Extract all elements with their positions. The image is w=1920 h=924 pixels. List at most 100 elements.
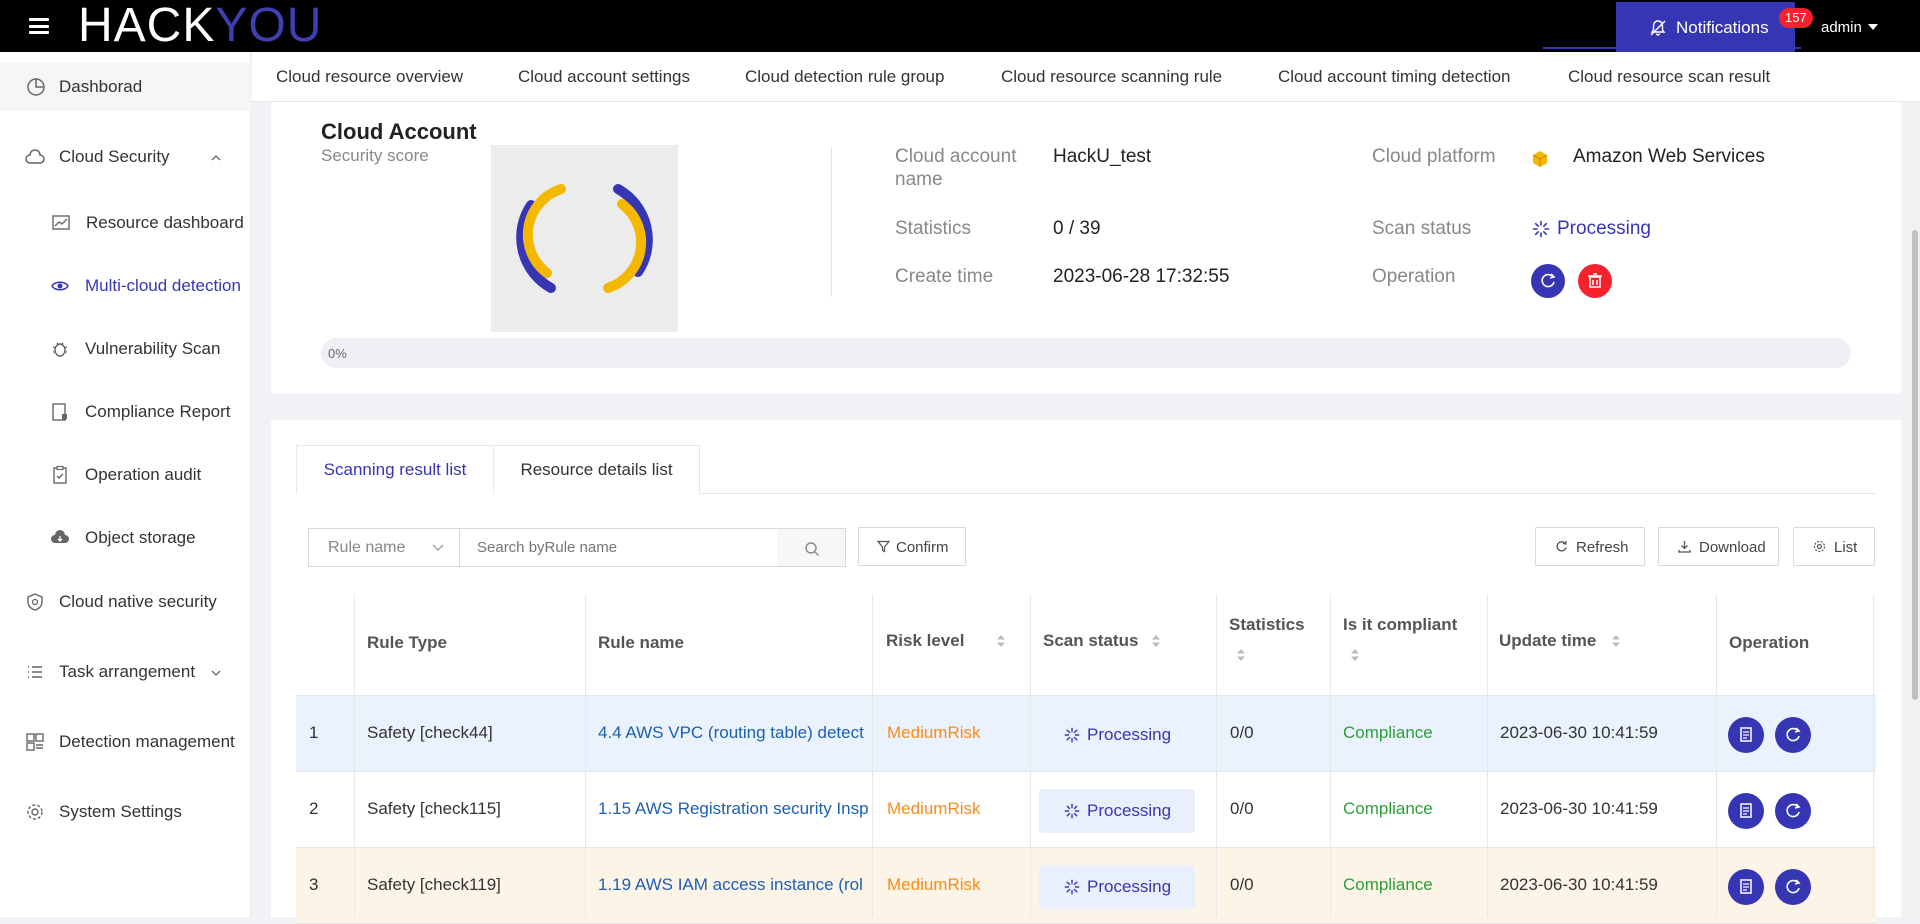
sidebar-item-operation-audit[interactable]: Operation audit xyxy=(0,451,251,499)
sidebar-item-label: Operation audit xyxy=(85,465,202,484)
sort-icon[interactable] xyxy=(1611,634,1621,648)
tab-cloud-resource-overview[interactable]: Cloud resource overview xyxy=(276,67,463,87)
list-label: List xyxy=(1834,539,1858,556)
search-input[interactable] xyxy=(459,528,778,567)
sidebar-item-resource-dashboard[interactable]: Resource dashboard xyxy=(0,199,251,247)
col-rule-name: Rule name xyxy=(598,633,684,652)
tab-cloud-account-settings[interactable]: Cloud account settings xyxy=(518,67,690,87)
sidebar-item-label: Resource dashboard xyxy=(86,213,244,232)
sidebar-item-label: Task arrangement xyxy=(59,662,196,681)
sidebar-item-label: Multi-cloud detection xyxy=(85,276,241,295)
scan-status: Processing xyxy=(1039,713,1195,757)
update-time: 2023-06-30 10:41:59 xyxy=(1500,799,1658,818)
cloud-storage-icon xyxy=(51,530,69,543)
chevron-up-icon[interactable] xyxy=(211,153,221,163)
column-divider xyxy=(1330,594,1331,917)
sort-icon[interactable] xyxy=(996,634,1006,648)
tab-cloud-account-timing-detection[interactable]: Cloud account timing detection xyxy=(1278,67,1510,87)
sidebar-item-cloud-security[interactable]: Cloud Security xyxy=(0,133,251,181)
tab-cloud-resource-scan-result[interactable]: Cloud resource scan result xyxy=(1568,67,1770,87)
cloud-icon xyxy=(25,149,45,164)
rescan-rule-button[interactable] xyxy=(1775,793,1811,829)
sort-icon[interactable] xyxy=(1350,648,1360,662)
divider xyxy=(831,147,832,297)
bell-off-icon xyxy=(1650,20,1666,36)
sidebar-item-label: System Settings xyxy=(59,802,182,821)
statistics-label: Statistics xyxy=(895,218,972,239)
bug-icon xyxy=(52,342,68,357)
sort-icon[interactable] xyxy=(1151,634,1161,648)
table-row[interactable]: 1 Safety [check44] 4.4 AWS VPC (routing … xyxy=(296,696,1876,772)
rule-name-link[interactable]: 1.15 AWS Registration security Insp xyxy=(598,799,868,819)
refresh-icon xyxy=(1541,273,1556,288)
scan-progress-bar: 0% xyxy=(321,338,1851,368)
scan-status-value: Processing xyxy=(1557,218,1651,239)
audit-icon xyxy=(53,465,67,484)
sidebar-item-dashboard[interactable]: Dashborad xyxy=(0,63,251,111)
table-row[interactable]: 2 Safety [check115] 1.15 AWS Registratio… xyxy=(296,772,1876,848)
refresh-button[interactable]: Refresh xyxy=(1535,527,1645,566)
sidebar-item-multi-cloud-detection[interactable]: Multi-cloud detection xyxy=(0,262,251,310)
chevron-down-icon[interactable] xyxy=(211,668,221,678)
aws-cube-icon xyxy=(1532,151,1548,167)
view-report-button[interactable] xyxy=(1728,793,1764,829)
filter-field-select[interactable]: Rule name xyxy=(308,528,460,567)
rescan-button[interactable] xyxy=(1531,264,1565,298)
filter-icon xyxy=(877,540,890,553)
col-risk-level[interactable]: Risk level xyxy=(886,631,964,651)
search-button[interactable] xyxy=(777,528,846,567)
confirm-button[interactable]: Confirm xyxy=(858,527,966,566)
eye-icon xyxy=(51,281,69,291)
create-time-label: Create time xyxy=(895,266,994,287)
compliant-status: Compliance xyxy=(1343,875,1433,894)
security-score-gauge xyxy=(491,145,678,332)
download-label: Download xyxy=(1699,539,1766,556)
sidebar-item-vulnerability-scan[interactable]: Vulnerability Scan xyxy=(0,325,251,373)
sidebar-item-label: Cloud Security xyxy=(59,147,170,166)
tab-scanning-result-list[interactable]: Scanning result list xyxy=(296,445,494,494)
sidebar-item-detection-management[interactable]: Detection management xyxy=(0,718,251,766)
update-time: 2023-06-30 10:41:59 xyxy=(1500,875,1658,894)
rescan-rule-button[interactable] xyxy=(1775,717,1811,753)
sidebar-item-label: Compliance Report xyxy=(85,402,231,421)
view-report-button[interactable] xyxy=(1728,717,1764,753)
vertical-scrollbar[interactable] xyxy=(1910,102,1920,917)
view-report-button[interactable] xyxy=(1728,869,1764,905)
sidebar-item-label: Detection management xyxy=(59,732,235,751)
tab-resource-details-list[interactable]: Resource details list xyxy=(493,445,700,494)
risk-level: MediumRisk xyxy=(887,723,981,742)
col-update-time[interactable]: Update time xyxy=(1499,631,1596,651)
download-icon xyxy=(1678,541,1691,553)
cloud-platform-label: Cloud platform xyxy=(1372,146,1496,167)
sort-icon[interactable] xyxy=(1236,648,1246,662)
table-row[interactable]: 3 Safety [check119] 1.19 AWS IAM access … xyxy=(296,848,1876,924)
delete-button[interactable] xyxy=(1578,264,1612,298)
user-menu[interactable]: admin xyxy=(1821,19,1862,36)
sidebar-item-cloud-native-security[interactable]: Cloud native security xyxy=(0,578,251,626)
notifications-button[interactable]: Notifications 157 xyxy=(1616,2,1813,52)
rule-name-link[interactable]: 4.4 AWS VPC (routing table) detect xyxy=(598,723,868,743)
col-is-compliant[interactable]: Is it compliant xyxy=(1343,615,1457,635)
sidebar-item-system-settings[interactable]: System Settings xyxy=(0,788,251,836)
spinner-icon xyxy=(1064,803,1080,819)
tab-cloud-detection-rule-group[interactable]: Cloud detection rule group xyxy=(745,67,944,87)
list-settings-button[interactable]: List xyxy=(1793,527,1875,566)
menu-icon[interactable] xyxy=(29,18,49,34)
tab-cloud-resource-scanning-rule[interactable]: Cloud resource scanning rule xyxy=(1001,67,1222,87)
sidebar-item-compliance-report[interactable]: Compliance Report xyxy=(0,388,251,436)
caret-down-icon[interactable] xyxy=(1868,24,1878,30)
download-button[interactable]: Download xyxy=(1658,527,1779,566)
gear-icon xyxy=(27,804,43,820)
sidebar-item-task-arrangement[interactable]: Task arrangement xyxy=(0,648,251,696)
col-scan-status[interactable]: Scan status xyxy=(1043,631,1138,651)
rescan-rule-button[interactable] xyxy=(1775,869,1811,905)
col-statistics[interactable]: Statistics xyxy=(1229,615,1305,635)
sidebar-item-object-storage[interactable]: Object storage xyxy=(0,514,251,562)
chart-icon xyxy=(52,215,70,230)
scan-status-text: Processing xyxy=(1087,725,1172,744)
refresh-icon xyxy=(1786,727,1801,742)
rule-name-link[interactable]: 1.19 AWS IAM access instance (rol xyxy=(598,875,868,895)
column-divider xyxy=(354,594,355,917)
document-icon xyxy=(1740,803,1752,818)
scrollbar-thumb[interactable] xyxy=(1912,230,1918,700)
